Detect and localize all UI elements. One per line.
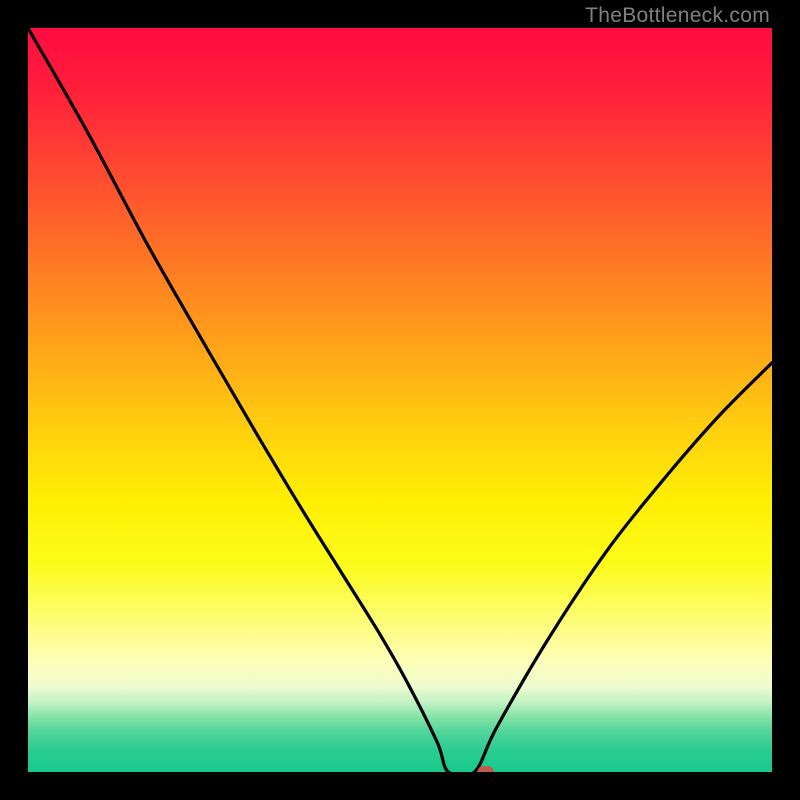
watermark-text: TheBottleneck.com xyxy=(585,4,770,28)
bottleneck-curve xyxy=(28,28,772,772)
plot-area xyxy=(28,28,772,772)
curve-layer xyxy=(28,28,772,772)
chart-frame: TheBottleneck.com xyxy=(0,0,800,800)
